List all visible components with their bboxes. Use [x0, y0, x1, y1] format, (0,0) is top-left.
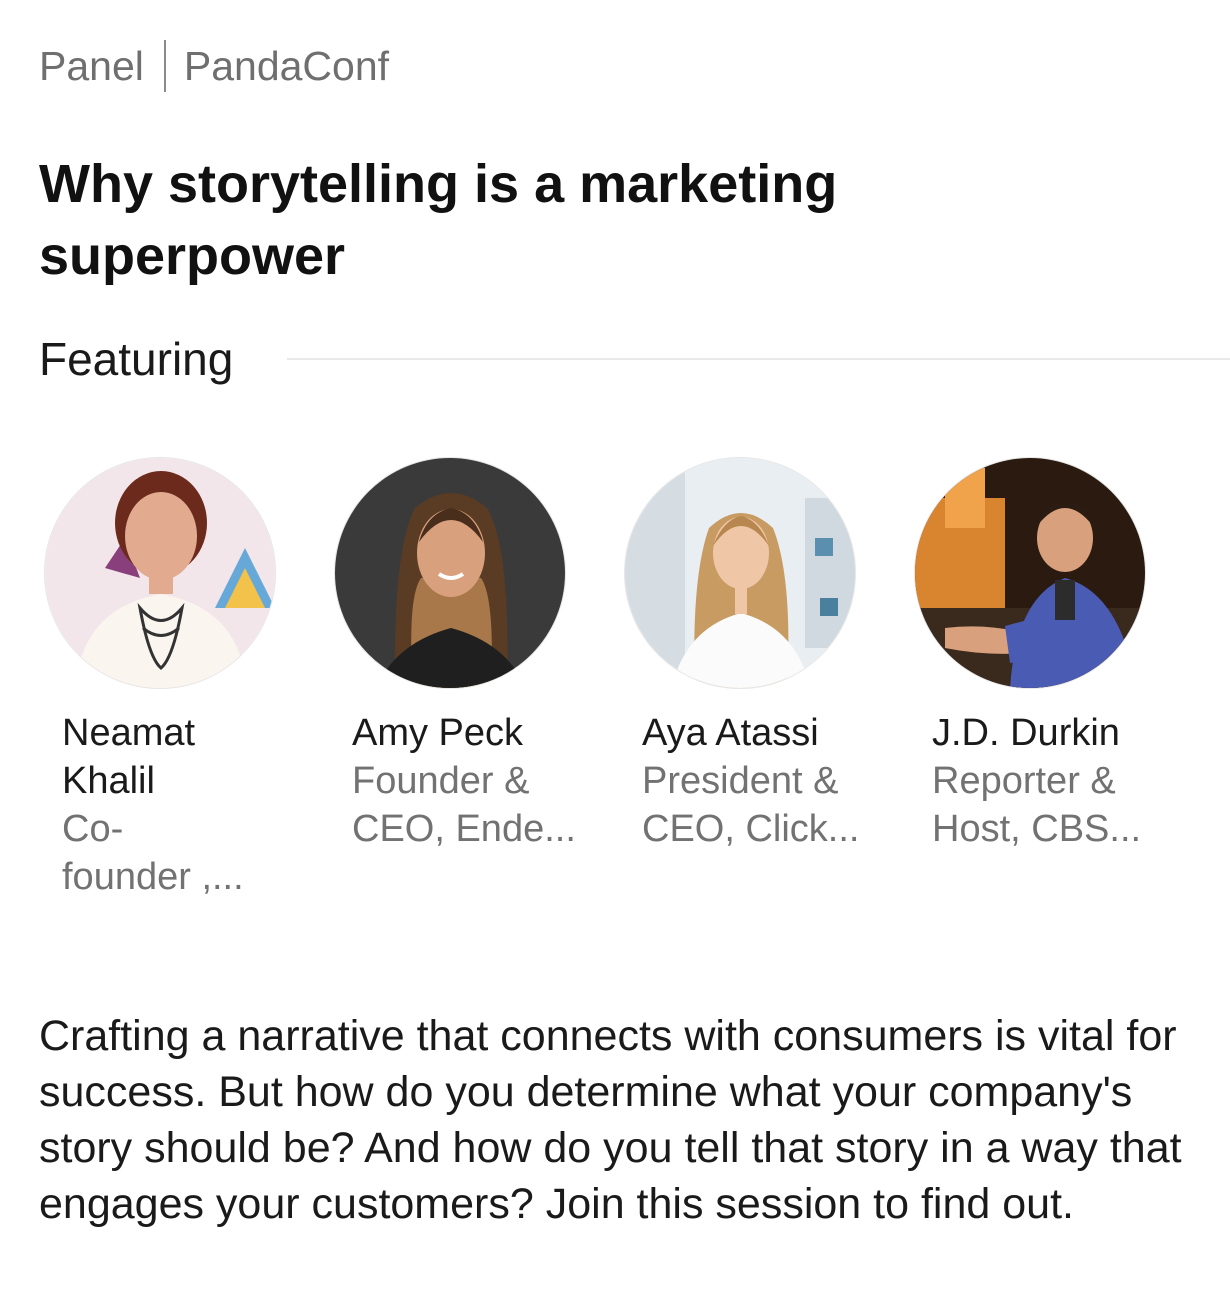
speaker-name: Neamat	[62, 712, 196, 754]
speaker-role: CEO, Click...	[642, 808, 860, 850]
featuring-label: Featuring	[39, 333, 234, 385]
speaker-photo	[45, 458, 275, 688]
speaker-role: Co-	[62, 808, 124, 850]
session-meta: Panel PandaConf	[39, 40, 389, 92]
speaker-card-amy-peck[interactable]: Amy Peck Founder & CEO, Ende...	[334, 457, 604, 853]
speaker-avatar[interactable]	[334, 457, 566, 689]
session-type-label: Panel	[39, 43, 144, 89]
speaker-name: Khalil	[62, 760, 155, 802]
speaker-avatar[interactable]	[914, 457, 1146, 689]
speaker-photo	[915, 458, 1145, 688]
featuring-divider	[287, 358, 1230, 360]
speaker-role: CEO, Ende...	[352, 808, 576, 850]
speaker-role: President &	[642, 760, 839, 802]
speaker-avatar[interactable]	[624, 457, 856, 689]
speaker-photo	[625, 458, 855, 688]
speaker-role: Host, CBS...	[932, 808, 1142, 850]
speaker-card-jd-durkin[interactable]: J.D. Durkin Reporter & Host, CBS...	[914, 457, 1184, 853]
speaker-role: Founder &	[352, 760, 530, 802]
session-detail-page: Panel PandaConf Why storytelling is a ma…	[0, 0, 1230, 1306]
speaker-role: founder ,...	[62, 856, 244, 898]
speaker-card-neamat-khalil[interactable]: Neamat Khalil Co- founder ,...	[44, 457, 314, 901]
speaker-avatar[interactable]	[44, 457, 276, 689]
speaker-card-aya-atassi[interactable]: Aya Atassi President & CEO, Click...	[624, 457, 894, 853]
session-title: Why storytelling is a marketing superpow…	[39, 154, 838, 286]
session-description: Crafting a narrative that connects with …	[39, 1012, 1182, 1228]
meta-divider	[163, 40, 166, 92]
speaker-photo	[335, 458, 565, 688]
speaker-name: Aya Atassi	[642, 712, 819, 754]
speaker-role: Reporter &	[932, 760, 1116, 802]
event-name-link[interactable]: PandaConf	[184, 40, 389, 92]
speaker-name: J.D. Durkin	[932, 712, 1120, 754]
featuring-header: Featuring	[39, 328, 1230, 390]
speaker-name: Amy Peck	[352, 712, 524, 754]
